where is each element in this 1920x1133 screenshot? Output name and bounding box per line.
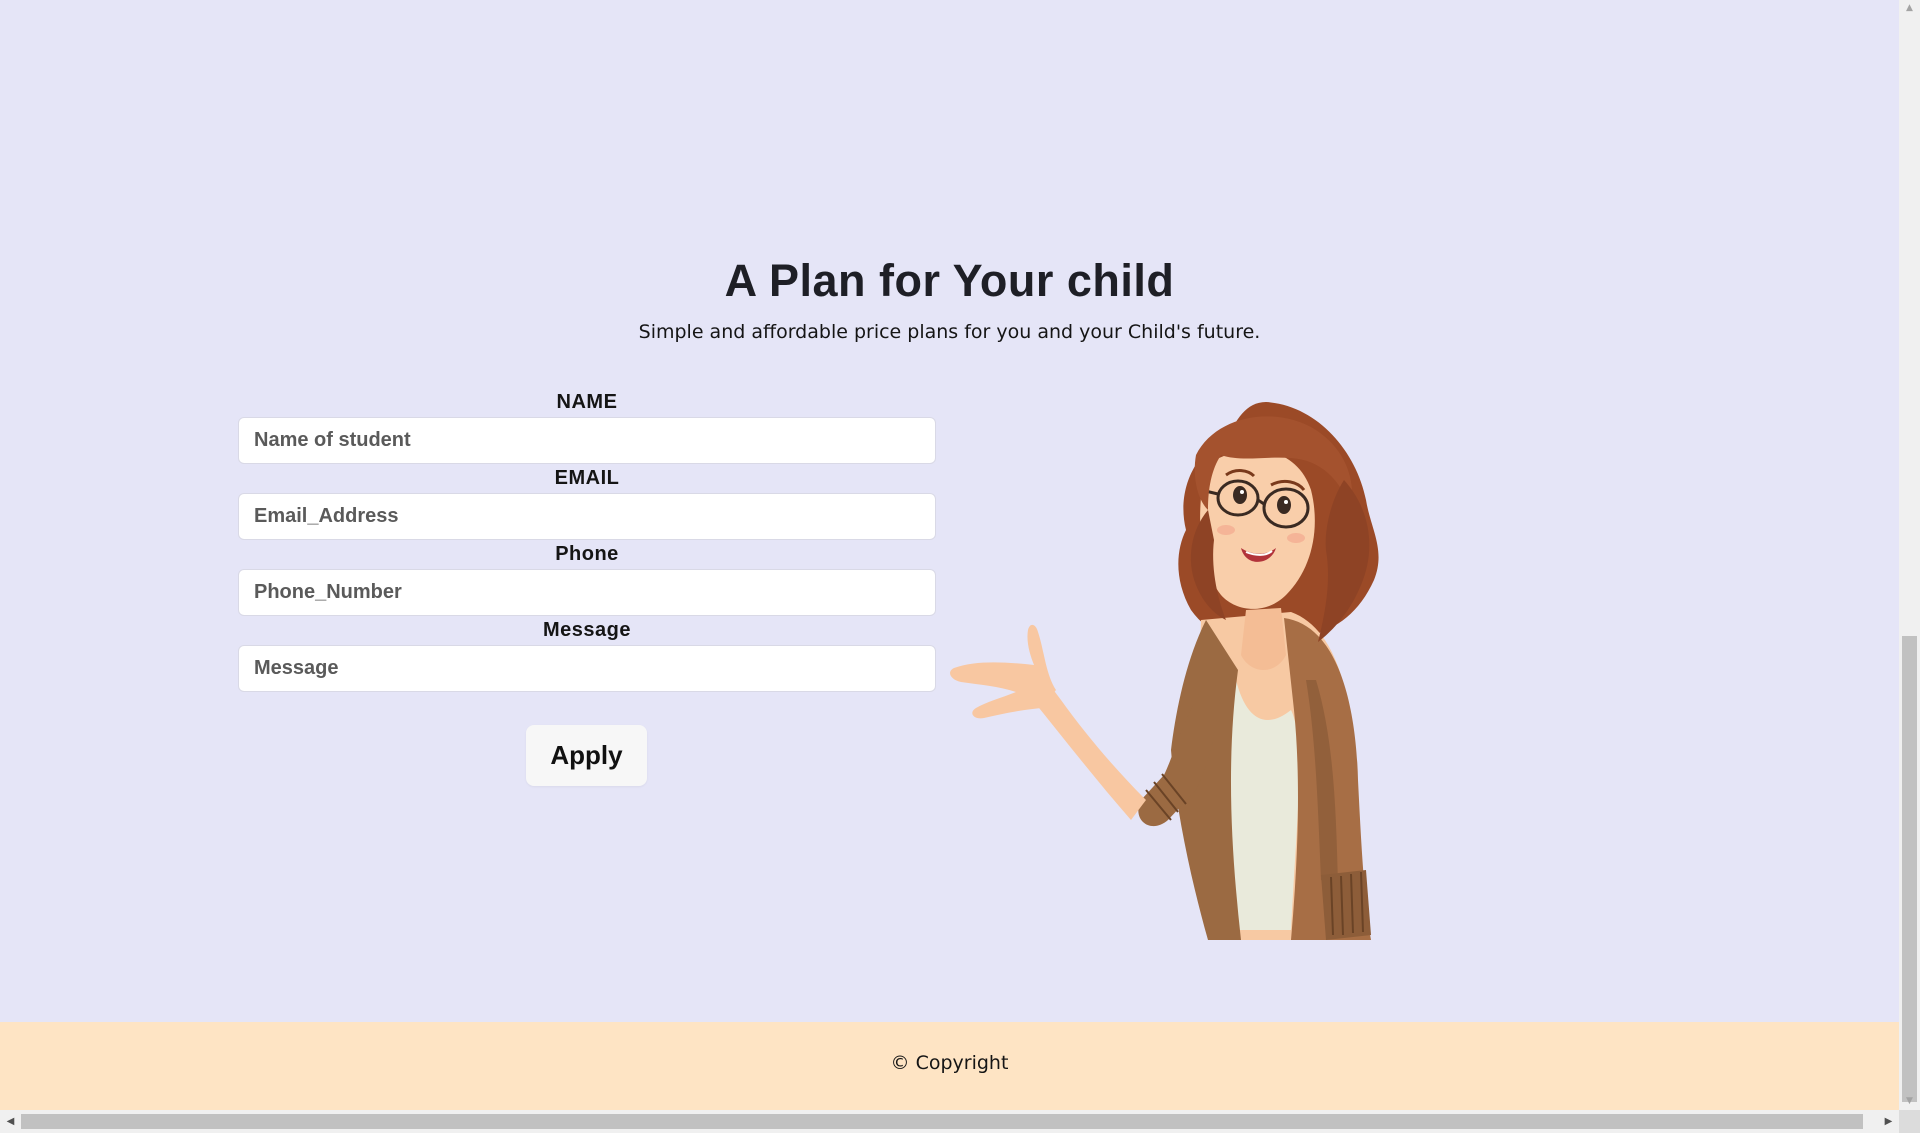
section-subtitle: Simple and affordable price plans for yo…	[638, 321, 1261, 343]
footer: © Copyright	[0, 1022, 1899, 1110]
scrollbar-corner	[1899, 1110, 1920, 1133]
horizontal-scrollbar-thumb[interactable]	[21, 1114, 1863, 1129]
name-label: NAME	[556, 391, 618, 413]
horizontal-scrollbar[interactable]: ◀ ▶	[0, 1110, 1899, 1133]
arrow-up-icon[interactable]: ▲	[1899, 0, 1920, 17]
application-form: NAME EMAIL Phone Message Apply	[238, 388, 936, 786]
message-label: Message	[543, 619, 631, 641]
phone-input[interactable]	[238, 569, 936, 616]
arrow-left-icon[interactable]: ◀	[0, 1110, 21, 1133]
vertical-scrollbar[interactable]: ▲ ▼	[1899, 0, 1920, 1110]
copyright-text: © Copyright	[890, 1052, 1009, 1074]
email-label: EMAIL	[554, 467, 620, 489]
previous-section-cut-text: · · ·	[0, 0, 1899, 7]
arrow-down-icon[interactable]: ▼	[1899, 1093, 1920, 1110]
apply-button[interactable]: Apply	[526, 725, 647, 786]
section-title: A Plan for Your child	[724, 255, 1175, 306]
message-input[interactable]	[238, 645, 936, 692]
name-input[interactable]	[238, 417, 936, 464]
phone-label: Phone	[555, 543, 619, 565]
page: · · · A Plan for Your child Simple and a…	[0, 0, 1899, 1110]
teacher-illustration-icon	[950, 402, 1379, 940]
vertical-scrollbar-thumb[interactable]	[1902, 636, 1917, 1102]
email-input[interactable]	[238, 493, 936, 540]
arrow-right-icon[interactable]: ▶	[1878, 1110, 1899, 1133]
